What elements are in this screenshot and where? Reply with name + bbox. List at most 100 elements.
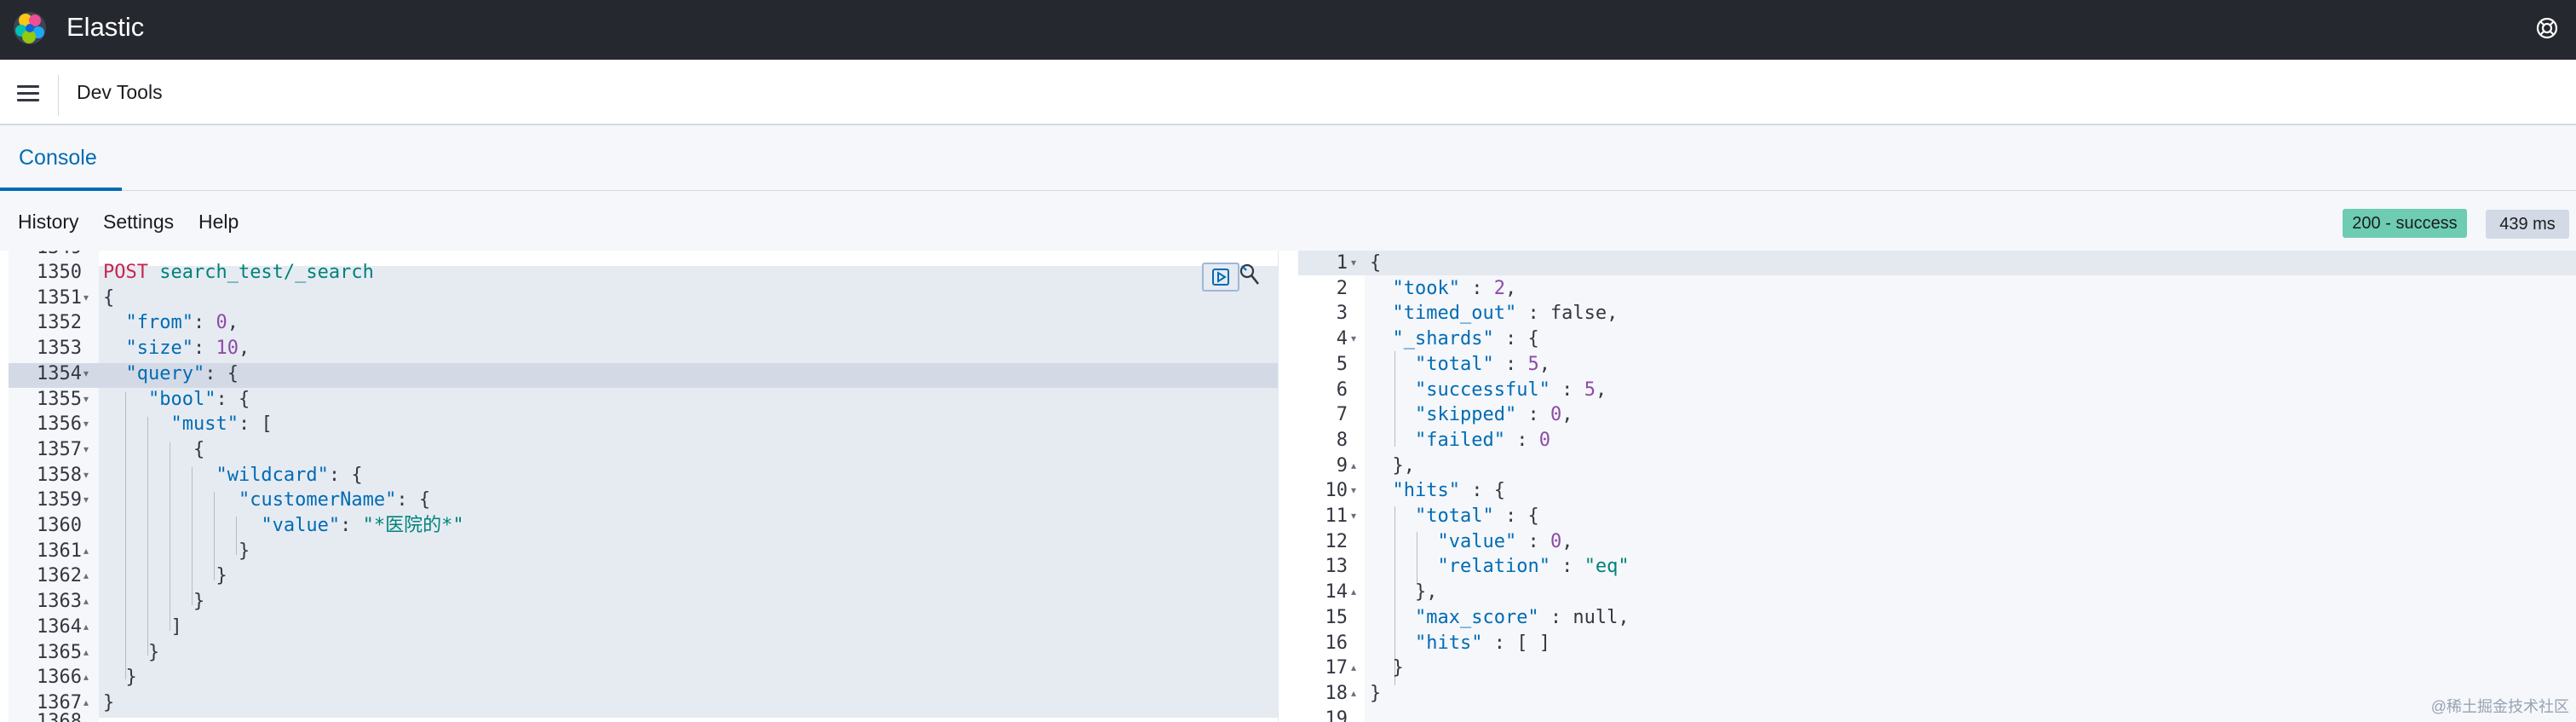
- code-line[interactable]: }: [103, 563, 227, 588]
- code-line[interactable]: "from": 0,: [103, 310, 239, 335]
- play-icon: [1212, 269, 1229, 286]
- fold-open-icon[interactable]: ▾: [83, 361, 89, 386]
- fold-open-icon[interactable]: ▾: [83, 488, 89, 512]
- line-number: 5: [1336, 353, 1348, 375]
- fold-open-icon[interactable]: ▾: [83, 463, 89, 488]
- code-line[interactable]: "wildcard": {: [103, 463, 362, 488]
- elastic-logo-icon[interactable]: [12, 10, 48, 46]
- fold-open-icon[interactable]: ▾: [83, 412, 89, 436]
- code-line[interactable]: }: [103, 690, 114, 715]
- output-line: "successful" : 5,: [1414, 378, 1607, 401]
- fold-open-icon[interactable]: ▾: [1351, 326, 1356, 351]
- line-number: 9: [1336, 454, 1348, 477]
- output-line: "total" : {: [1414, 505, 1539, 527]
- output-line: "value" : 0,: [1437, 530, 1573, 552]
- output-line: "skipped" : 0,: [1414, 404, 1573, 426]
- output-line: "relation" : "eq": [1437, 556, 1630, 578]
- tab-console[interactable]: Console: [0, 127, 116, 191]
- request-time-badge: 439 ms: [2486, 210, 2569, 239]
- output-active-line: [1298, 251, 2576, 275]
- fold-close-icon[interactable]: ▴: [83, 665, 89, 690]
- fold-open-icon[interactable]: ▾: [83, 286, 89, 310]
- fold-open-icon[interactable]: ▾: [83, 437, 89, 462]
- code-line[interactable]: "value": "*医院的*": [103, 513, 463, 538]
- fold-open-icon[interactable]: ▾: [1351, 478, 1356, 503]
- line-number: 1354: [37, 362, 82, 384]
- line-number: 2: [1336, 277, 1348, 299]
- request-editor[interactable]: 1349 1368 1350POST search_test/_search13…: [0, 251, 1278, 722]
- fold-open-icon[interactable]: ▾: [1351, 504, 1356, 529]
- line-number: 3: [1336, 303, 1348, 325]
- line-number: 1365: [37, 641, 82, 663]
- code-line[interactable]: "bool": {: [103, 387, 250, 412]
- fold-close-icon[interactable]: ▴: [83, 615, 89, 639]
- line-number: 1364: [37, 615, 82, 638]
- breadcrumb-divider: [58, 75, 59, 116]
- hamburger-menu-icon[interactable]: [9, 77, 49, 109]
- line-number: 14: [1325, 581, 1348, 604]
- code-line[interactable]: {: [103, 286, 114, 310]
- line-number: 1356: [37, 413, 82, 436]
- line-number: 1357: [37, 438, 82, 460]
- breadcrumb-bar: Dev Tools: [0, 60, 2576, 125]
- fold-close-icon[interactable]: ▴: [1351, 656, 1356, 680]
- code-line[interactable]: "size": 10,: [103, 336, 250, 361]
- response-output[interactable]: 1 ▾{2 "took" : 2, 3 "timed_out" : false, 4 ▾…: [1298, 251, 2576, 722]
- fold-open-icon[interactable]: ▾: [1351, 251, 1356, 275]
- code-line[interactable]: POST search_test/_search: [103, 260, 374, 285]
- app-title: Elastic: [66, 12, 145, 42]
- line-number: 1351: [37, 286, 82, 309]
- fold-close-icon[interactable]: ▴: [83, 640, 89, 665]
- code-line[interactable]: "must": [: [103, 412, 272, 436]
- line-number: 8: [1336, 429, 1348, 451]
- line-number: 1366: [37, 667, 82, 689]
- menu-help[interactable]: Help: [198, 208, 239, 235]
- help-lifebuoy-icon[interactable]: [2535, 16, 2559, 40]
- line-number: 11: [1325, 505, 1348, 527]
- output-line: "took" : 2,: [1392, 277, 1517, 299]
- line-number: 10: [1325, 480, 1348, 502]
- output-line: }: [1370, 657, 1404, 679]
- fold-close-icon[interactable]: ▴: [83, 589, 89, 614]
- output-line: "hits" : {: [1392, 480, 1505, 502]
- line-number: 6: [1336, 378, 1348, 401]
- output-line: "hits" : [ ]: [1414, 632, 1550, 654]
- fold-close-icon[interactable]: ▴: [83, 563, 89, 588]
- output-line: "max_score" : null,: [1414, 606, 1630, 628]
- line-number: 1353: [37, 338, 82, 360]
- code-line[interactable]: ]: [103, 615, 181, 639]
- code-line[interactable]: }: [103, 539, 250, 563]
- line-number: 1367: [37, 691, 82, 713]
- run-request-button[interactable]: [1202, 263, 1239, 292]
- code-line[interactable]: "customerName": {: [103, 488, 430, 512]
- output-line: "_shards" : {: [1392, 328, 1539, 350]
- fold-close-icon[interactable]: ▴: [1351, 681, 1356, 706]
- top-header: Elastic: [0, 0, 2576, 60]
- output-line: {: [1370, 252, 1382, 274]
- code-line[interactable]: }: [103, 665, 136, 690]
- wrench-icon[interactable]: [1239, 263, 1261, 288]
- fold-close-icon[interactable]: ▴: [83, 539, 89, 563]
- code-line[interactable]: {: [103, 437, 204, 462]
- fold-close-icon[interactable]: ▴: [1351, 580, 1356, 604]
- line-number: 1350: [37, 262, 82, 283]
- line-number: 1358: [37, 464, 82, 486]
- code-line[interactable]: }: [103, 640, 159, 665]
- line-number: 13: [1325, 556, 1348, 578]
- code-line[interactable]: }: [103, 589, 204, 614]
- line-number: 1355: [37, 388, 82, 410]
- watermark-text: @稀土掘金技术社区: [2430, 698, 2569, 715]
- line-number: 1362: [37, 565, 82, 587]
- menu-history[interactable]: History: [18, 208, 79, 235]
- fold-close-icon[interactable]: ▴: [83, 690, 89, 715]
- breadcrumb-dev-tools[interactable]: Dev Tools: [77, 77, 163, 107]
- fold-close-icon[interactable]: ▴: [1351, 453, 1356, 478]
- menu-settings[interactable]: Settings: [103, 208, 174, 235]
- output-line: },: [1370, 581, 1438, 604]
- pane-resize-handle[interactable]: [1278, 251, 1298, 722]
- code-line[interactable]: "query": {: [103, 361, 239, 386]
- line-number: 12: [1325, 530, 1348, 552]
- fold-open-icon[interactable]: ▾: [83, 387, 89, 412]
- console-menu: History Settings Help 200 - success 439 …: [0, 191, 2576, 251]
- line-number: 1363: [37, 591, 82, 613]
